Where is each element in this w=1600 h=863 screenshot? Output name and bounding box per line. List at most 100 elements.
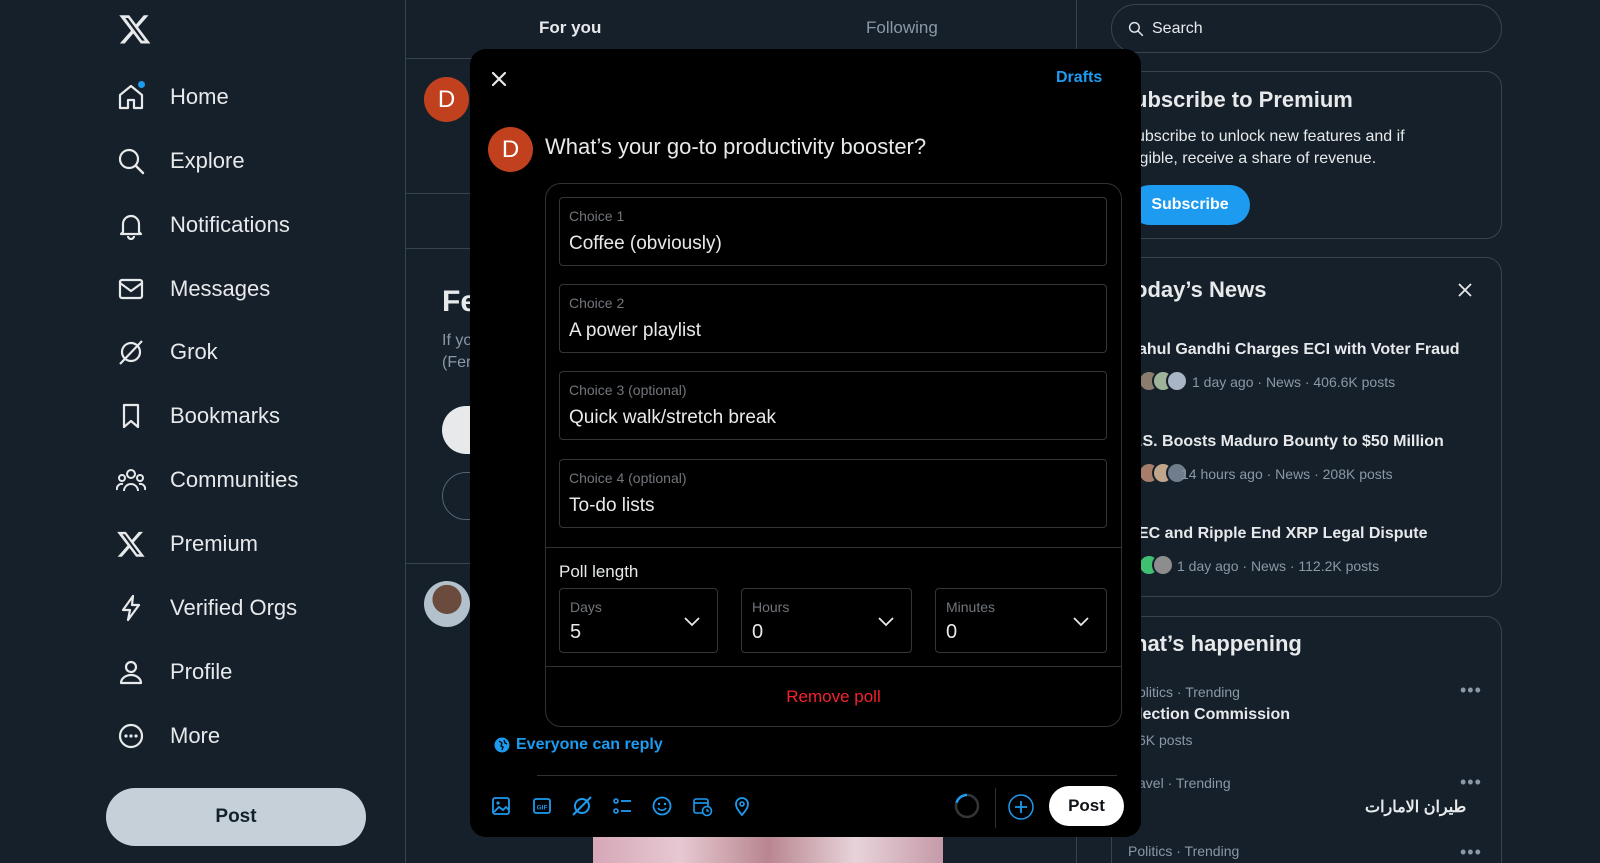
news-item-meta: 1 day ago · News · 406.6K posts (1192, 374, 1396, 390)
choice-label: Choice 3 (optional) (569, 382, 687, 398)
poll-choice-2-field[interactable]: Choice 2 A power playlist (559, 284, 1107, 353)
more-icon[interactable]: ••• (1460, 680, 1482, 701)
sidebar-item-label: Messages (170, 276, 271, 301)
lightning-icon (116, 593, 146, 623)
chevron-down-icon (682, 611, 702, 631)
avatar[interactable]: D (488, 127, 533, 172)
sidebar-item-label: Notifications (170, 212, 290, 237)
sidebar-item-bookmarks[interactable]: Bookmarks (116, 392, 280, 440)
days-select[interactable]: Days 5 (559, 588, 718, 653)
select-label: Hours (752, 599, 790, 615)
poll-length-label: Poll length (559, 562, 639, 581)
sidebar-item-label: Explore (170, 148, 245, 173)
select-value: 0 (946, 621, 958, 643)
sidebar-post-button[interactable]: Post (106, 788, 366, 846)
trend-name[interactable]: طيران الامارات (1365, 797, 1466, 817)
poll-icon[interactable] (611, 795, 633, 817)
divider (405, 0, 406, 863)
minutes-select[interactable]: Minutes 0 (935, 588, 1107, 653)
gif-icon[interactable]: GIF (531, 795, 553, 817)
select-value: 0 (752, 621, 764, 643)
sidebar-item-more[interactable]: More (116, 712, 220, 760)
search-input[interactable]: Search (1111, 4, 1502, 53)
emoji-icon[interactable] (651, 795, 673, 817)
tab-for-you[interactable]: For you (539, 18, 601, 38)
choice-value: Coffee (obviously) (569, 233, 722, 254)
sidebar-item-label: Communities (170, 467, 299, 492)
sidebar-item-grok[interactable]: Grok (116, 328, 218, 376)
sidebar-item-label: Verified Orgs (170, 595, 298, 620)
remove-poll-button[interactable]: Remove poll (545, 666, 1122, 726)
svg-text:GIF: GIF (537, 805, 548, 812)
poll-choice-1-field[interactable]: Choice 1 Coffee (obviously) (559, 197, 1107, 266)
sidebar-item-home[interactable]: Home (116, 73, 229, 121)
sidebar-item-explore[interactable]: Explore (116, 137, 245, 185)
search-icon (116, 146, 146, 176)
chevron-down-icon (876, 611, 896, 631)
grok-icon[interactable] (571, 795, 593, 817)
more-icon[interactable]: ••• (1460, 772, 1482, 793)
home-icon (116, 80, 146, 112)
grok-icon (116, 337, 146, 367)
news-item-meta: 14 hours ago · News · 208K posts (1181, 466, 1393, 482)
more-circle-icon (116, 721, 146, 751)
add-post-icon[interactable] (1007, 793, 1035, 821)
more-icon[interactable]: ••• (1460, 842, 1482, 863)
choice-label: Choice 1 (569, 208, 625, 224)
avatar[interactable]: D (424, 77, 469, 122)
poll-choice-3-field[interactable]: Choice 3 (optional) Quick walk/stretch b… (559, 371, 1107, 440)
post-image[interactable] (593, 836, 943, 863)
location-icon[interactable] (731, 795, 753, 817)
sidebar-item-messages[interactable]: Messages (116, 265, 270, 313)
section-text: If yo (442, 332, 473, 349)
schedule-icon[interactable] (691, 795, 713, 817)
sidebar-item-notifications[interactable]: Notifications (116, 201, 290, 249)
sidebar-item-verified-orgs[interactable]: Verified Orgs (116, 584, 297, 632)
section-text: (Fer (442, 354, 472, 371)
sidebar-item-premium[interactable]: Premium (116, 520, 258, 568)
post-text-input[interactable]: What’s your go-to productivity booster? (545, 134, 1125, 160)
sidebar-item-label: Bookmarks (170, 403, 281, 428)
close-icon[interactable] (1457, 282, 1473, 298)
sidebar-item-label: Premium (170, 531, 259, 556)
search-placeholder: Search (1152, 19, 1203, 37)
character-counter (953, 792, 981, 820)
x-logo-icon (116, 529, 146, 559)
divider (537, 775, 1117, 776)
drafts-button[interactable]: Drafts (1056, 69, 1102, 87)
bell-icon (116, 210, 146, 240)
sidebar-item-profile[interactable]: Profile (116, 648, 232, 696)
reply-setting-label: Everyone can reply (516, 736, 663, 753)
x-logo-icon[interactable] (118, 12, 152, 46)
trend-count: 6K posts (1138, 732, 1193, 748)
sidebar-item-communities[interactable]: Communities (116, 456, 298, 504)
happening-title: hat’s happening (1134, 631, 1302, 656)
avatar-group (1138, 462, 1188, 486)
subscribe-button[interactable]: Subscribe (1130, 185, 1250, 225)
news-item-title[interactable]: ahul Gandhi Charges ECI with Voter Fraud (1138, 341, 1460, 359)
trend-meta: avel · Trending (1138, 775, 1231, 791)
news-item-meta: 1 day ago · News · 112.2K posts (1177, 558, 1380, 574)
close-icon[interactable] (487, 67, 511, 91)
choice-value: Quick walk/stretch break (569, 407, 776, 428)
avatar[interactable] (424, 581, 470, 627)
trend-meta: olitics · Trending (1138, 684, 1240, 700)
poll-choice-4-field[interactable]: Choice 4 (optional) To-do lists (559, 459, 1107, 528)
news-item-title[interactable]: EC and Ripple End XRP Legal Dispute (1138, 525, 1428, 543)
trend-name[interactable]: lection Commission (1138, 706, 1290, 724)
choice-value: A power playlist (569, 320, 702, 341)
hours-select[interactable]: Hours 0 (741, 588, 912, 653)
news-item-title[interactable]: .S. Boosts Maduro Bounty to $50 Million (1138, 433, 1444, 451)
choice-label: Choice 2 (569, 295, 625, 311)
sidebar-item-label: Home (170, 84, 229, 109)
left-sidebar: Home Explore Notifications Messages Grok… (0, 0, 405, 863)
news-panel (1111, 257, 1502, 597)
premium-title: ubscribe to Premium (1134, 87, 1353, 112)
sidebar-item-label: More (170, 723, 221, 748)
image-icon[interactable] (490, 795, 512, 817)
avatar-group (1138, 554, 1174, 578)
reply-setting-button[interactable]: Everyone can reply (494, 736, 663, 754)
post-button[interactable]: Post (1049, 786, 1124, 826)
tab-following[interactable]: Following (866, 18, 938, 38)
trend-meta: Politics · Trending (1128, 843, 1240, 859)
